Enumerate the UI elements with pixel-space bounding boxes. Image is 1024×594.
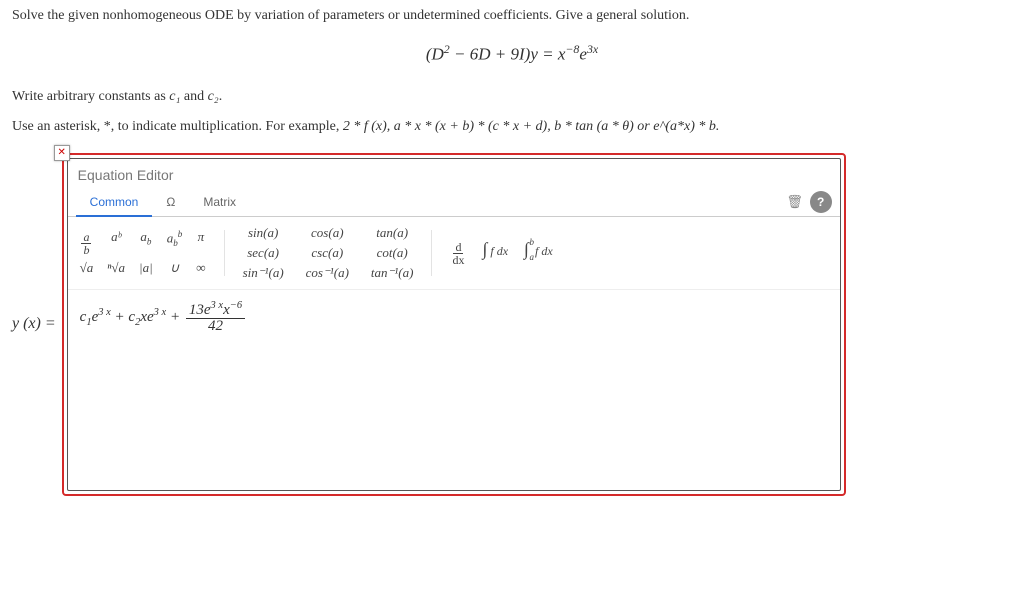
answer-term3-fraction: 13e3 xx−6 42 [186,300,245,336]
palette-sqrt[interactable]: √a [80,260,94,276]
editor-title: Equation Editor [68,159,840,189]
palette-abs[interactable]: |a| [139,260,153,276]
palette-subscript[interactable]: ab [139,229,153,256]
palette-power[interactable]: aᵇ [107,229,125,256]
palette-nroot[interactable]: ⁿ√a [107,260,125,276]
tab-common[interactable]: Common [76,189,153,217]
symbol-palette: ab aᵇ ab abb π √a ⁿ√a |a| ∪ ∞ sin(a) cos… [68,217,840,290]
palette-derivative[interactable]: ddx [450,239,466,266]
answer-term1: c1e3 x [80,309,115,325]
palette-pi[interactable]: π [196,229,205,256]
tab-omega[interactable]: Ω [152,189,189,217]
constants-instruction: Write arbitrary constants as c₁ and c₂. [12,89,1012,105]
palette-cot[interactable]: cot(a) [371,245,414,261]
palette-fraction[interactable]: ab [80,229,94,256]
answer-input[interactable]: c1e3 x + c2xe3 x + 13e3 xx−6 42 [68,290,840,490]
trash-icon[interactable]: 🗑 [784,191,806,213]
equation-editor: ✕ Equation Editor Common Ω Matrix 🗑 ? ab… [62,153,846,496]
tab-matrix[interactable]: Matrix [189,189,250,217]
palette-asin[interactable]: sin⁻¹(a) [243,265,284,281]
palette-acos[interactable]: cos⁻¹(a) [306,265,349,281]
asterisk-instruction: Use an asterisk, *, to indicate multipli… [12,119,1012,135]
palette-cos[interactable]: cos(a) [306,225,349,241]
palette-tan[interactable]: tan(a) [371,225,414,241]
palette-atan[interactable]: tan⁻¹(a) [371,265,414,281]
palette-csc[interactable]: csc(a) [306,245,349,261]
palette-union[interactable]: ∪ [167,260,183,276]
answer-lhs: y (x) = [12,315,62,333]
display-equation: (D2 − 6D + 9I)y = x−8e3x [12,42,1012,65]
palette-integral[interactable]: ∫ f dx [482,239,508,266]
answer-term2: c2xe3 x [128,309,170,325]
editor-tabs: Common Ω Matrix 🗑 ? [68,189,840,217]
palette-sub-sup[interactable]: abb [167,229,183,256]
help-icon[interactable]: ? [810,191,832,213]
palette-infinity[interactable]: ∞ [196,260,205,276]
close-icon[interactable]: ✕ [54,145,70,161]
palette-sin[interactable]: sin(a) [243,225,284,241]
problem-statement-line1: Solve the given nonhomogeneous ODE by va… [12,8,1012,24]
palette-sec[interactable]: sec(a) [243,245,284,261]
palette-def-integral[interactable]: ∫ba f dx [524,239,553,266]
